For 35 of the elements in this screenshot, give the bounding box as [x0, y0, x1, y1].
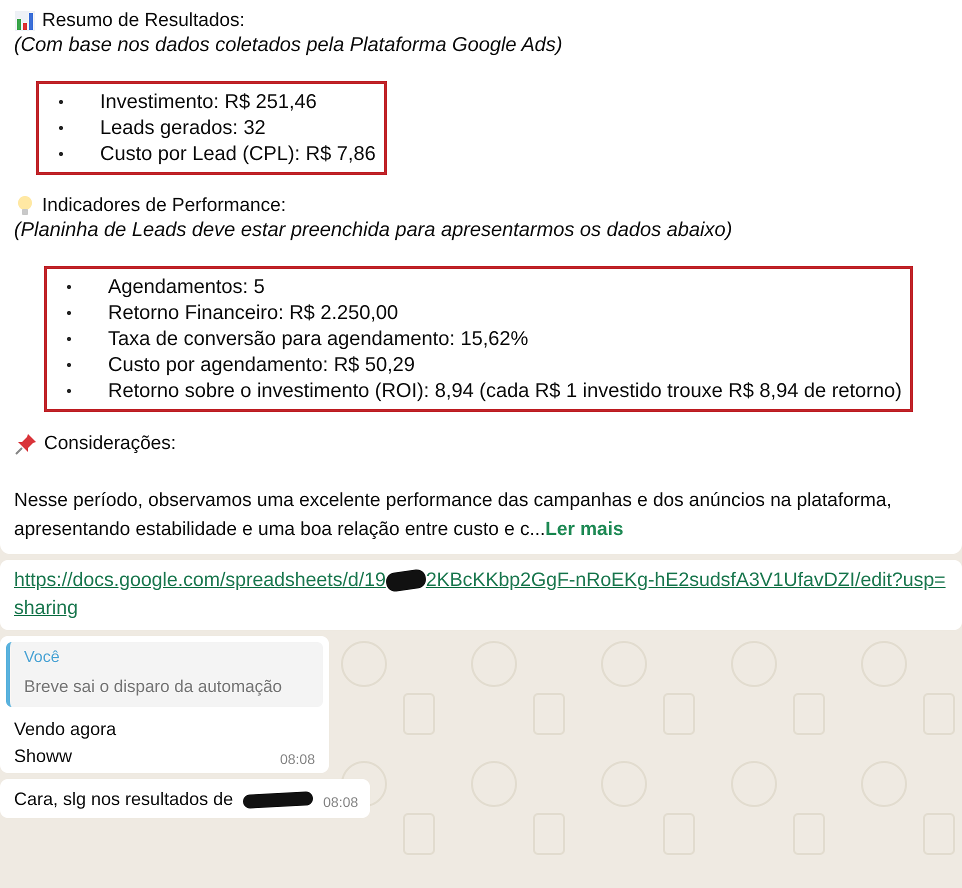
pushpin-icon: [14, 432, 38, 456]
message-time: 08:08: [323, 794, 358, 810]
message-time: 08:08: [280, 751, 315, 767]
bullet-dot: [59, 126, 63, 130]
message-text: Nesse período, observamos uma excelente performance das campanhas e dos anúncios na plataforma, apresentando estabilidade e uma boa relação entre custo e c...Ler mais: [14, 489, 893, 542]
section-note: (Planinha de Leads deve estar preenchida para apresentarmos os dados abaixo): [14, 219, 734, 242]
list-item: Retorno sobre o investimento (ROI): 8,94 (cada R$ 1 investido trouxe R$ 8,94 de retorno): [108, 379, 902, 403]
bar-chart-icon: [14, 10, 36, 32]
section-title: Considerações:: [44, 433, 176, 455]
bullet-dot: [67, 389, 71, 393]
bullet-dot: [59, 100, 63, 104]
bullet-dot: [59, 152, 63, 156]
list-item: Custo por agendamento: R$ 50,29: [108, 353, 415, 377]
list-item: Retorno Financeiro: R$ 2.250,00: [108, 301, 398, 325]
list-item: Leads gerados: 32: [100, 116, 266, 140]
bullet-dot: [67, 285, 71, 289]
quote-text: Breve sai o disparo da automação: [24, 677, 283, 697]
spreadsheet-link[interactable]: https://docs.google.com/spreadsheets/d/19 2KBcKKbp2GgF-nRoEKg-hE2sudsfA3V1UfavDZI/edit?usp=sharing: [14, 566, 948, 622]
list-item: Agendamentos: 5: [108, 275, 265, 299]
message-text: Vendo agora: [14, 719, 118, 740]
quote-author: Você: [24, 649, 61, 667]
quoted-message[interactable]: Você Breve sai o disparo da automação: [6, 642, 323, 707]
section-title: Indicadores de Performance:: [42, 195, 286, 217]
bullet-dot: [67, 337, 71, 341]
list-item: Taxa de conversão para agendamento: 15,62%: [108, 327, 528, 351]
list-item: Custo por Lead (CPL): R$ 7,86: [100, 142, 376, 166]
section-title: Resumo de Resultados:: [42, 10, 245, 32]
bullet-dot: [67, 311, 71, 315]
read-more-link[interactable]: Ler mais: [545, 519, 624, 540]
redaction-mark: [242, 791, 314, 809]
bullet-dot: [67, 363, 71, 367]
list-item: Investimento: R$ 251,46: [100, 90, 317, 114]
message-text: Cara, slg nos resultados de: [14, 789, 234, 810]
section-note: (Com base nos dados coletados pela Plataforma Google Ads): [14, 34, 564, 57]
message-text: Showw: [14, 746, 72, 767]
